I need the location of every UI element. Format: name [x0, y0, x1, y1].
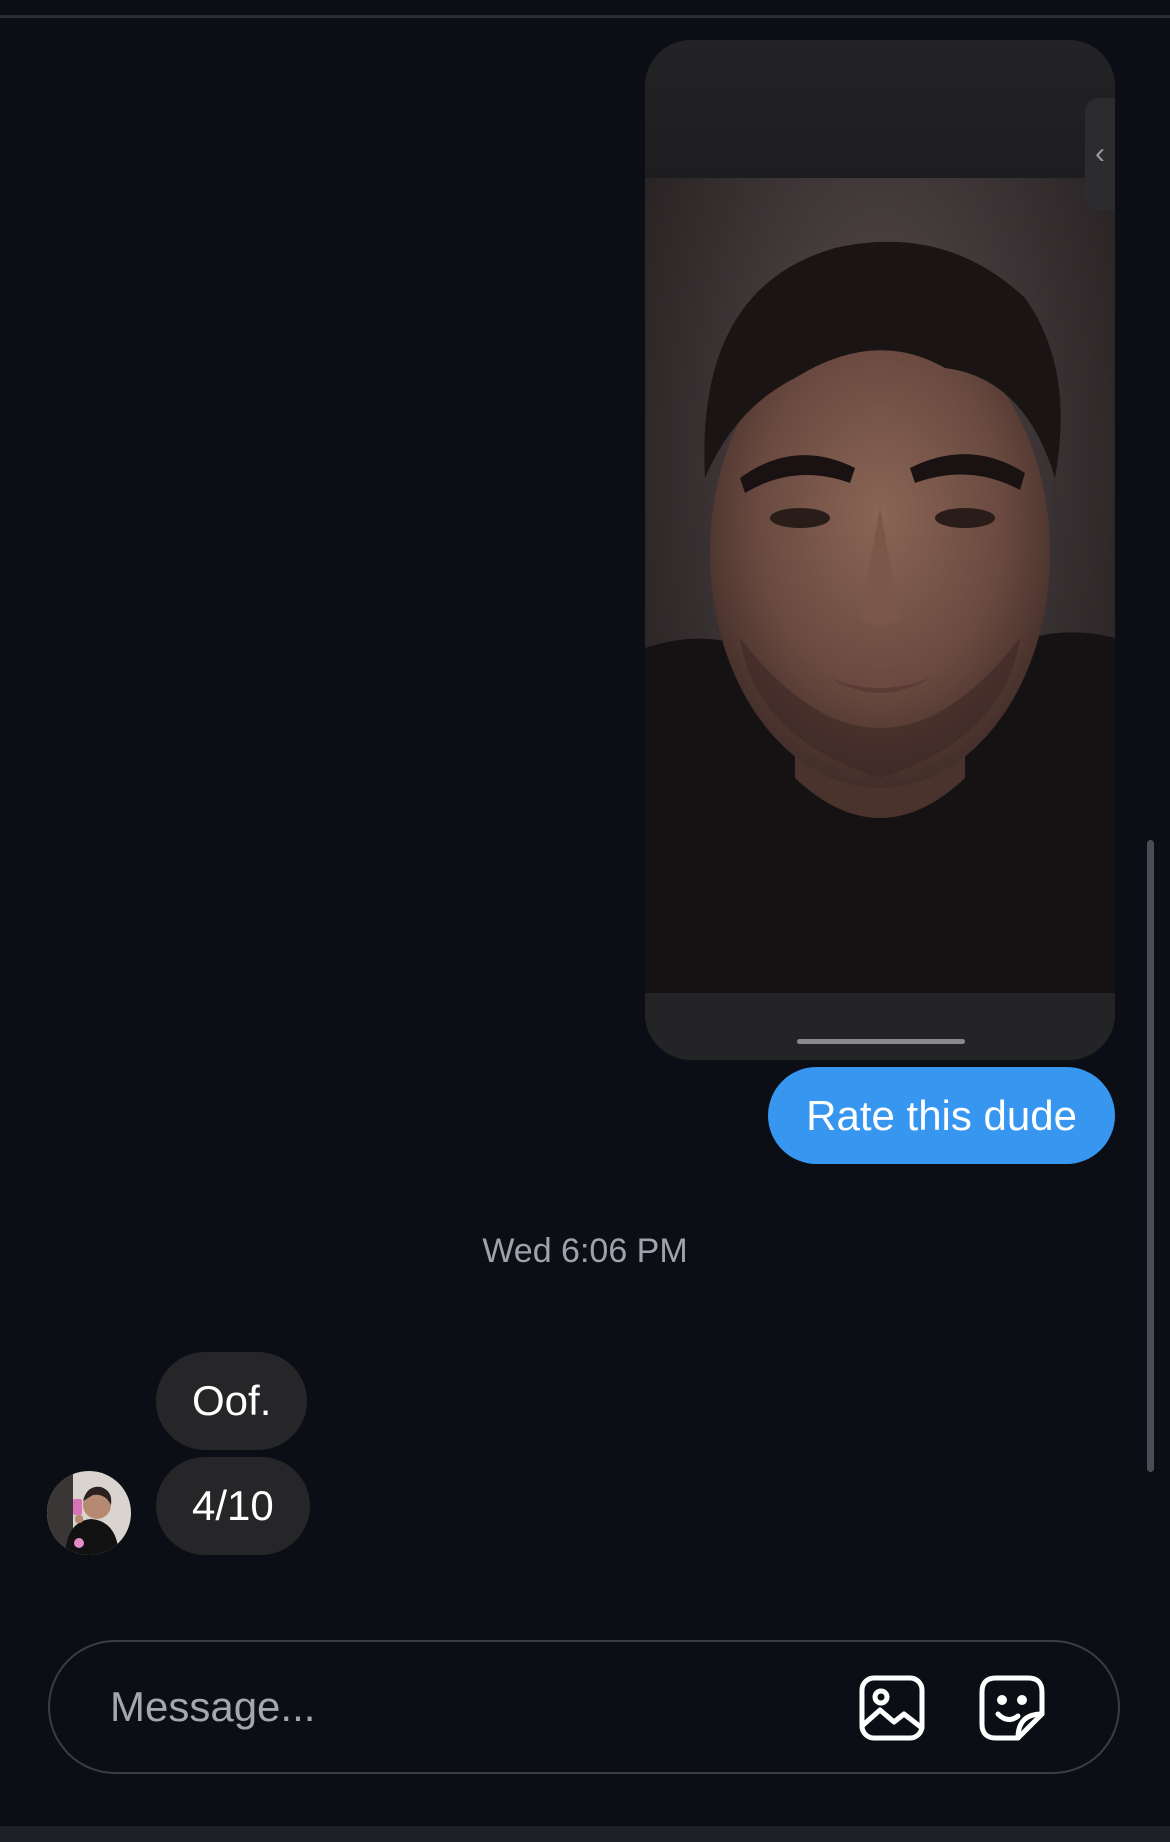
- home-bar: [0, 1826, 1170, 1842]
- message-composer[interactable]: Message...: [48, 1640, 1120, 1774]
- incoming-message-bubble[interactable]: Oof.: [156, 1352, 308, 1450]
- incoming-message-text: Oof.: [192, 1377, 272, 1424]
- portrait-photo-graphic: [645, 241, 1115, 993]
- photo-side-tab[interactable]: ‹: [1085, 98, 1115, 210]
- shared-photo-card[interactable]: ‹: [645, 40, 1115, 1060]
- avatar[interactable]: [47, 1471, 131, 1555]
- header-divider: [0, 15, 1170, 18]
- photo-home-indicator: [797, 1039, 965, 1044]
- photo-bottom-band: [645, 993, 1115, 1060]
- shared-photo[interactable]: [645, 178, 1115, 993]
- photo-top-band: [645, 40, 1115, 178]
- gallery-icon[interactable]: [858, 1674, 926, 1742]
- incoming-message-text: 4/10: [192, 1482, 274, 1529]
- message-input[interactable]: Message...: [110, 1642, 315, 1772]
- chevron-left-icon: ‹: [1095, 137, 1105, 170]
- outgoing-message-text: Rate this dude: [806, 1091, 1077, 1139]
- outgoing-message-bubble[interactable]: Rate this dude: [768, 1067, 1115, 1164]
- scrollbar[interactable]: [1147, 840, 1154, 1472]
- message-timestamp: Wed 6:06 PM: [482, 1232, 688, 1270]
- sticker-icon[interactable]: [978, 1674, 1046, 1742]
- avatar-photo-graphic: [47, 1471, 131, 1555]
- incoming-message-bubble[interactable]: 4/10: [156, 1457, 310, 1555]
